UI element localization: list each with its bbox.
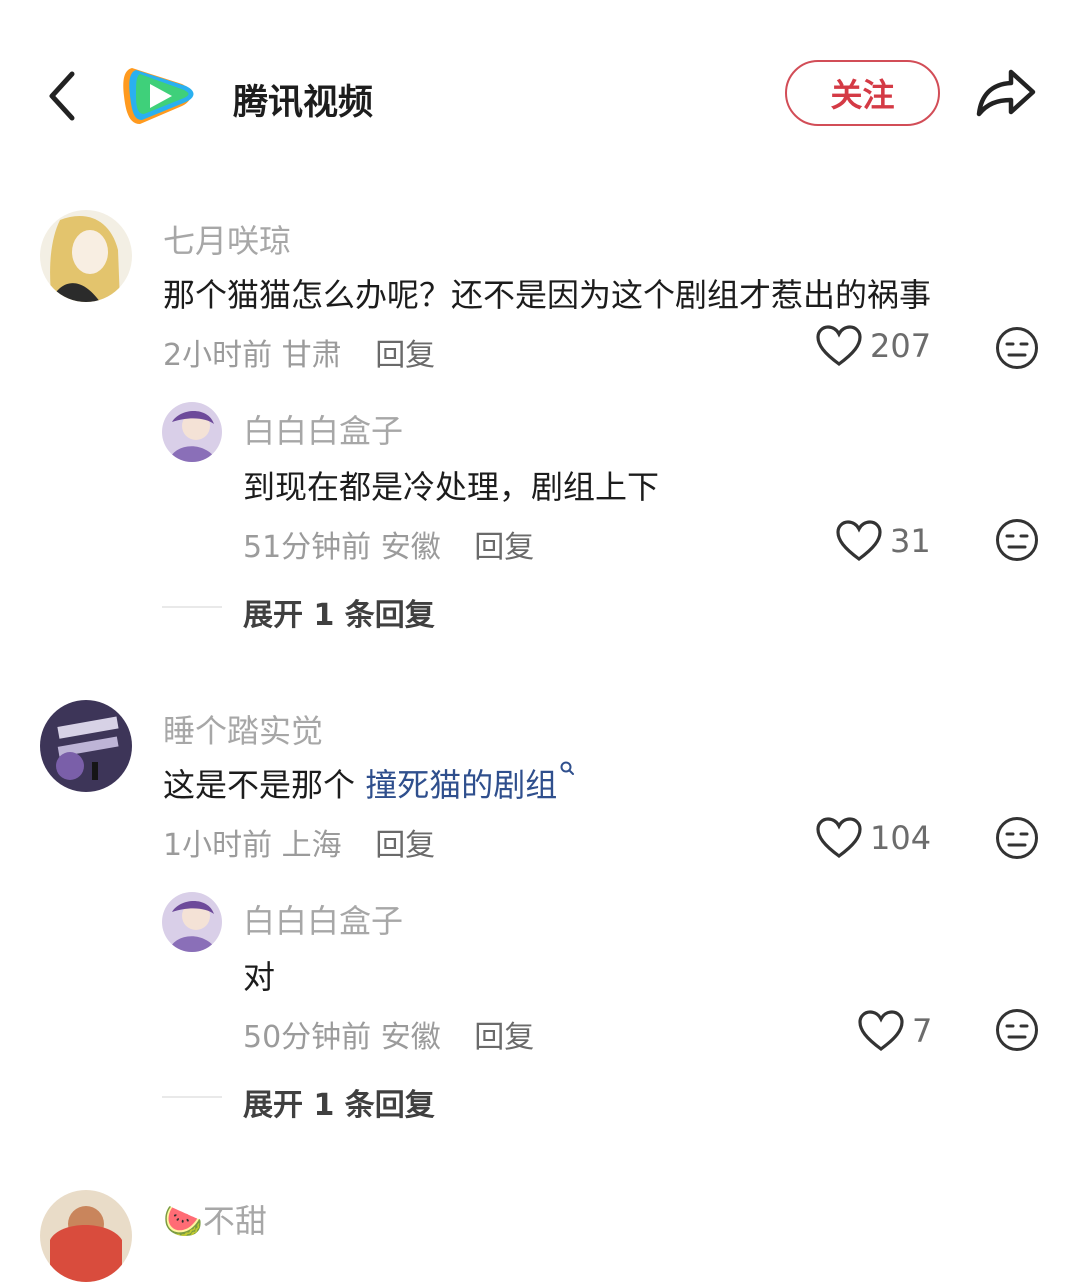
share-icon bbox=[976, 69, 1036, 117]
reply-username[interactable]: 白白白盒子 bbox=[243, 406, 403, 452]
meh-face-icon bbox=[996, 817, 1038, 859]
search-link[interactable]: 撞死猫的剧组 bbox=[365, 766, 557, 804]
comment-meta: 2小时前 甘肃 回复 bbox=[163, 330, 435, 374]
reply-location: 安徽 bbox=[380, 1020, 441, 1055]
heart-icon bbox=[836, 520, 882, 561]
reply-button[interactable]: 回复 bbox=[375, 828, 435, 863]
reply-username[interactable]: 白白白盒子 bbox=[243, 896, 403, 942]
heart-icon bbox=[816, 325, 862, 366]
divider bbox=[162, 1096, 222, 1098]
dislike-button[interactable] bbox=[995, 518, 1039, 566]
channel-name: 腾讯视频 bbox=[233, 83, 374, 123]
reply-time: 51分钟前 bbox=[243, 530, 372, 565]
tencent-video-logo bbox=[118, 60, 202, 132]
reply-button[interactable]: 回复 bbox=[474, 1020, 534, 1055]
reply-text: 到现在都是冷处理，剧组上下 bbox=[243, 468, 660, 506]
search-icon[interactable] bbox=[559, 760, 575, 776]
heart-icon bbox=[858, 1010, 904, 1051]
share-button[interactable] bbox=[975, 66, 1037, 120]
reply-text: 对 bbox=[243, 958, 276, 996]
back-arrow-icon bbox=[49, 71, 75, 121]
dislike-button[interactable] bbox=[995, 326, 1039, 374]
like-count: 31 bbox=[890, 522, 931, 560]
like-button[interactable]: 207 bbox=[816, 325, 931, 367]
meh-face-icon bbox=[996, 327, 1038, 369]
like-button[interactable]: 104 bbox=[816, 817, 931, 859]
comment-time: 1小时前 bbox=[163, 828, 273, 863]
reply-button[interactable]: 回复 bbox=[375, 338, 435, 373]
reply-time: 50分钟前 bbox=[243, 1020, 372, 1055]
comment-text-prefix: 这是不是那个 bbox=[163, 766, 366, 804]
expand-replies-button[interactable]: 展开 1 条回复 bbox=[243, 590, 435, 634]
comment-location: 甘肃 bbox=[281, 338, 342, 373]
reply-location: 安徽 bbox=[380, 530, 441, 565]
reply-meta: 51分钟前 安徽 回复 bbox=[243, 522, 534, 566]
reply-button[interactable]: 回复 bbox=[474, 530, 534, 565]
divider bbox=[162, 606, 222, 608]
like-button[interactable]: 31 bbox=[836, 520, 931, 562]
meh-face-icon bbox=[996, 519, 1038, 561]
avatar[interactable] bbox=[40, 1190, 132, 1282]
comment-username[interactable]: 🍉不甜 bbox=[163, 1196, 267, 1242]
avatar[interactable] bbox=[40, 700, 132, 792]
comment-username[interactable]: 睡个踏实觉 bbox=[163, 706, 323, 752]
back-button[interactable] bbox=[40, 66, 90, 126]
dislike-button[interactable] bbox=[995, 1008, 1039, 1056]
heart-icon bbox=[816, 817, 862, 858]
avatar[interactable] bbox=[40, 210, 132, 302]
expand-replies-button[interactable]: 展开 1 条回复 bbox=[243, 1080, 435, 1124]
comment-text: 这是不是那个 撞死猫的剧组 bbox=[163, 760, 575, 806]
comment-location: 上海 bbox=[281, 828, 342, 863]
like-button[interactable]: 7 bbox=[858, 1010, 932, 1052]
follow-button[interactable]: 关注 bbox=[785, 60, 940, 126]
meh-face-icon bbox=[996, 1009, 1038, 1051]
like-count: 207 bbox=[870, 327, 932, 365]
comment-username[interactable]: 七月咲琼 bbox=[163, 216, 291, 262]
comment-meta: 1小时前 上海 回复 bbox=[163, 820, 435, 864]
comment-text: 那个猫猫怎么办呢？还不是因为这个剧组才惹出的祸事 bbox=[163, 276, 932, 314]
comment-time: 2小时前 bbox=[163, 338, 273, 373]
like-count: 104 bbox=[870, 819, 932, 857]
dislike-button[interactable] bbox=[995, 816, 1039, 864]
avatar[interactable] bbox=[162, 892, 222, 952]
avatar[interactable] bbox=[162, 402, 222, 462]
like-count: 7 bbox=[912, 1012, 933, 1050]
reply-meta: 50分钟前 安徽 回复 bbox=[243, 1012, 534, 1056]
